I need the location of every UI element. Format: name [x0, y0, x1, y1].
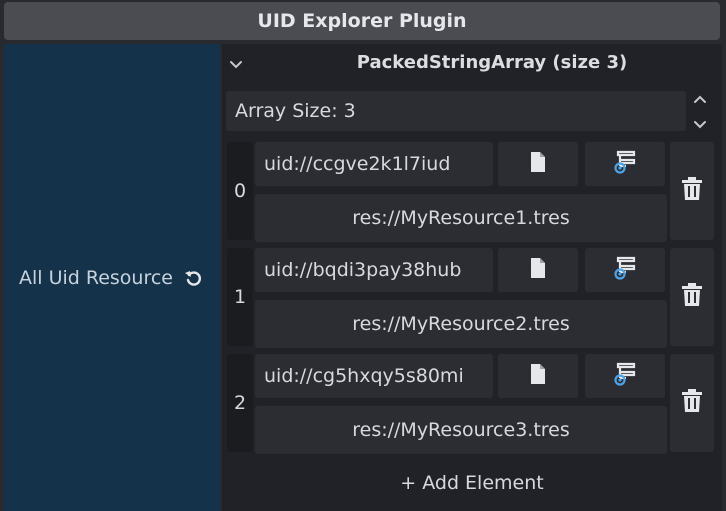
open-file-button[interactable] [498, 248, 578, 292]
file-icon [528, 257, 548, 283]
show-in-filesystem-button[interactable] [585, 354, 665, 398]
show-in-filesystem-icon [612, 362, 638, 390]
uid-field[interactable]: uid://cg5hxqy5s80mi [255, 354, 493, 398]
uid-field[interactable]: uid://bqdi3pay38hub [255, 248, 493, 292]
delete-element-button[interactable] [670, 142, 714, 240]
add-element-button[interactable]: + Add Element [222, 468, 722, 498]
show-in-filesystem-icon [612, 150, 638, 178]
uid-field[interactable]: uid://ccgve2k1l7iud [255, 142, 493, 186]
resource-path-field[interactable]: res://MyResource2.tres [255, 300, 667, 348]
file-icon [528, 151, 548, 177]
resource-path-field[interactable]: res://MyResource1.tres [255, 194, 667, 242]
all-uid-resource-button[interactable]: All Uid Resource [4, 44, 220, 511]
open-file-button[interactable] [498, 354, 578, 398]
trash-icon [681, 177, 703, 205]
window-title: UID Explorer Plugin [4, 2, 720, 40]
delete-element-button[interactable] [670, 354, 714, 452]
spinner-arrows-icon[interactable] [692, 93, 708, 131]
array-header[interactable]: PackedStringArray (size 3) [222, 44, 722, 84]
delete-element-button[interactable] [670, 248, 714, 346]
element-index: 2 [227, 354, 253, 452]
element-index: 1 [227, 248, 253, 346]
array-editor: PackedStringArray (size 3) Array Size: 3… [222, 44, 722, 511]
show-in-filesystem-button[interactable] [585, 248, 665, 292]
array-size-field[interactable]: Array Size: 3 [226, 91, 686, 131]
open-file-button[interactable] [498, 142, 578, 186]
trash-icon [681, 283, 703, 311]
all-uid-resource-label: All Uid Resource [18, 266, 173, 289]
element-index: 0 [227, 142, 253, 240]
revert-icon [183, 267, 205, 289]
file-icon [528, 363, 548, 389]
show-in-filesystem-icon [612, 256, 638, 284]
show-in-filesystem-button[interactable] [585, 142, 665, 186]
trash-icon [681, 389, 703, 417]
resource-path-field[interactable]: res://MyResource3.tres [255, 406, 667, 454]
array-title: PackedStringArray (size 3) [356, 52, 628, 73]
